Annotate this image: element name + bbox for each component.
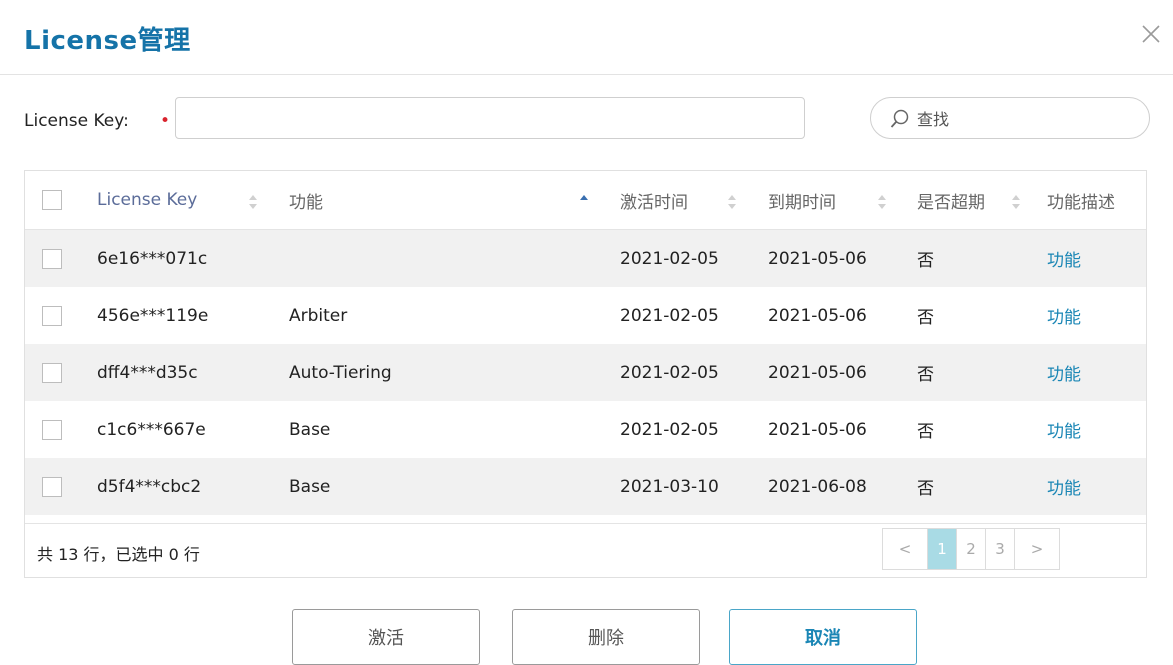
search-icon bbox=[889, 108, 911, 130]
col-header-expires[interactable]: 到期时间 bbox=[754, 171, 903, 230]
function-description-link[interactable]: 功能 bbox=[1047, 422, 1081, 442]
required-mark: • bbox=[160, 111, 171, 131]
cell-license-key: d5f4***cbc2 bbox=[83, 458, 275, 515]
cell-expires: 2021-06-08 bbox=[754, 458, 903, 515]
cell-function bbox=[275, 229, 606, 287]
page-button[interactable]: 2 bbox=[956, 528, 986, 570]
cell-function: Base bbox=[275, 458, 606, 515]
table-row[interactable]: d5f4***cbc2 Base 2021-03-10 2021-06-08 否… bbox=[25, 458, 1146, 515]
sort-asc-icon[interactable] bbox=[580, 195, 588, 209]
sort-icon[interactable] bbox=[878, 195, 886, 209]
cell-license-key: 6e16***071c bbox=[83, 229, 275, 287]
cell-expires: 2021-05-06 bbox=[754, 229, 903, 287]
license-key-input[interactable] bbox=[175, 97, 805, 139]
cell-expired: 否 bbox=[903, 344, 1033, 401]
cell-expires: 2021-05-06 bbox=[768, 305, 867, 326]
cell-activated: 2021-03-10 bbox=[606, 458, 754, 515]
col-header-license-key[interactable]: License Key bbox=[83, 171, 275, 230]
cell-expires: 2021-05-06 bbox=[754, 344, 903, 401]
sort-icon[interactable] bbox=[1012, 195, 1020, 209]
cell-activated: 2021-02-05 bbox=[606, 344, 754, 401]
row-checkbox[interactable] bbox=[42, 476, 62, 497]
row-checkbox[interactable] bbox=[42, 419, 62, 440]
table-header-row: License Key 功能 激活时间 到期时间 是否超期 功能描述 bbox=[25, 171, 1146, 230]
col-header-description: 功能描述 bbox=[1033, 171, 1146, 230]
cell-function: Base bbox=[289, 419, 331, 440]
next-page-button[interactable]: > bbox=[1014, 528, 1060, 570]
table-row[interactable]: 456e***119e Arbiter 2021-02-05 2021-05-0… bbox=[25, 287, 1146, 344]
row-checkbox[interactable] bbox=[42, 248, 62, 269]
prev-page-button[interactable]: < bbox=[882, 528, 928, 570]
col-header-expired[interactable]: 是否超期 bbox=[903, 171, 1033, 230]
license-table: License Key 功能 激活时间 到期时间 是否超期 功能描述 6e16*… bbox=[24, 170, 1147, 578]
cell-expired: 否 bbox=[917, 308, 934, 328]
sort-icon[interactable] bbox=[249, 195, 257, 209]
delete-button[interactable]: 删除 bbox=[512, 609, 700, 665]
table-row[interactable]: c1c6***667e Base 2021-02-05 2021-05-06 否… bbox=[25, 401, 1146, 458]
cell-expired: 否 bbox=[903, 458, 1033, 515]
license-key-label: License Key: bbox=[24, 111, 129, 131]
cancel-button[interactable]: 取消 bbox=[729, 609, 917, 665]
page-button[interactable]: 1 bbox=[927, 528, 957, 570]
search-input[interactable] bbox=[915, 104, 1139, 134]
page-button[interactable]: 3 bbox=[985, 528, 1015, 570]
cell-function: Arbiter bbox=[289, 305, 348, 326]
search-box[interactable] bbox=[870, 97, 1150, 139]
cell-license-key: c1c6***667e bbox=[97, 419, 206, 440]
cell-activated: 2021-02-05 bbox=[606, 229, 754, 287]
sort-icon[interactable] bbox=[728, 195, 736, 209]
row-checkbox[interactable] bbox=[42, 305, 62, 326]
function-description-link[interactable]: 功能 bbox=[1047, 479, 1081, 499]
select-all-checkbox[interactable] bbox=[42, 190, 62, 210]
cell-function: Auto-Tiering bbox=[275, 344, 606, 401]
cell-license-key: dff4***d35c bbox=[83, 344, 275, 401]
pagination: < 1 2 3 > bbox=[882, 528, 1060, 572]
row-count-summary: 共 13 行，已选中 0 行 bbox=[37, 545, 200, 564]
function-description-link[interactable]: 功能 bbox=[1047, 365, 1081, 385]
table-row[interactable]: 6e16***071c 2021-02-05 2021-05-06 否 功能 bbox=[25, 229, 1146, 287]
cell-expired: 否 bbox=[917, 422, 934, 442]
activate-button[interactable]: 激活 bbox=[292, 609, 480, 665]
table-row[interactable]: dff4***d35c Auto-Tiering 2021-02-05 2021… bbox=[25, 344, 1146, 401]
dialog-title: License管理 bbox=[24, 26, 191, 56]
close-icon[interactable] bbox=[1137, 20, 1165, 48]
dialog-header: License管理 bbox=[0, 0, 1173, 75]
col-header-activated[interactable]: 激活时间 bbox=[606, 171, 754, 230]
cell-expired: 否 bbox=[903, 229, 1033, 287]
cell-license-key: 456e***119e bbox=[97, 305, 209, 326]
table-footer: 共 13 行，已选中 0 行 < 1 2 3 > bbox=[25, 523, 1146, 578]
cell-activated: 2021-02-05 bbox=[620, 305, 719, 326]
row-checkbox[interactable] bbox=[42, 362, 62, 383]
license-dialog: License管理 License Key: • License Key bbox=[0, 0, 1173, 665]
function-description-link[interactable]: 功能 bbox=[1047, 251, 1081, 271]
cell-activated: 2021-02-05 bbox=[620, 419, 719, 440]
col-header-function[interactable]: 功能 bbox=[275, 171, 606, 230]
cell-expires: 2021-05-06 bbox=[768, 419, 867, 440]
function-description-link[interactable]: 功能 bbox=[1047, 308, 1081, 328]
